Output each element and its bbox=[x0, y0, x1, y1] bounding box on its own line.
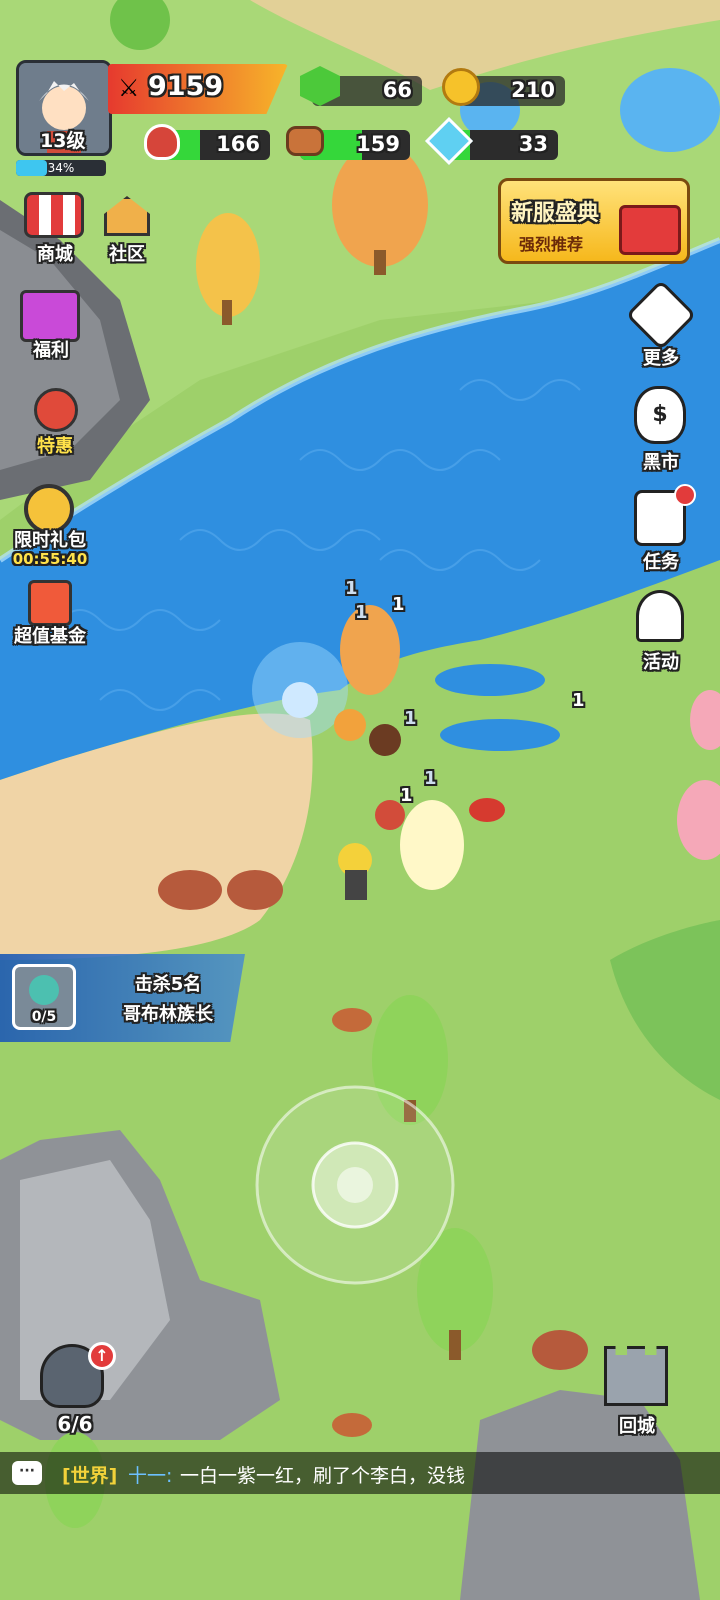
castle-icon bbox=[604, 1346, 668, 1406]
damage-number: 1 bbox=[400, 785, 413, 806]
notification-dot bbox=[674, 484, 696, 506]
chat-sender: 十一: bbox=[128, 1465, 173, 1487]
bell-icon bbox=[636, 590, 684, 642]
more-button[interactable]: 更多 bbox=[622, 279, 700, 372]
limited-pack-button[interactable]: 限时礼包 00:55:40 bbox=[4, 480, 96, 572]
exp-bar: 34% bbox=[16, 160, 106, 176]
exp-percent: 34% bbox=[47, 161, 75, 175]
return-city-label: 回城 bbox=[619, 1416, 655, 1437]
quest-progress: 0/5 bbox=[31, 1009, 57, 1025]
welfare-label: 福利 bbox=[33, 340, 69, 361]
quest-line-2: 哥布林族长 bbox=[123, 1004, 213, 1025]
quest-target-portrait: 0/5 bbox=[12, 964, 76, 1030]
banner-title: 新服盛典 bbox=[511, 201, 600, 226]
more-grid-icon bbox=[625, 279, 697, 351]
gold-coin-icon bbox=[442, 68, 480, 106]
value-fund-label: 超值基金 bbox=[14, 626, 86, 647]
gift-box-icon bbox=[619, 205, 681, 255]
goblin-icon bbox=[29, 975, 59, 1005]
welfare-button[interactable]: 福利 bbox=[6, 286, 96, 366]
chat-bubble-icon: ··· bbox=[12, 1461, 42, 1485]
community-label: 社区 bbox=[109, 244, 145, 265]
new-server-event-banner[interactable]: 新服盛典 强烈推荐 bbox=[498, 178, 690, 264]
special-offer-label: 特惠 bbox=[37, 436, 73, 457]
damage-number: 1 bbox=[572, 690, 585, 711]
tasks-label: 任务 bbox=[643, 552, 679, 573]
warrior-girl-icon bbox=[34, 388, 78, 432]
hero-team-button[interactable]: ↑ 6/6 bbox=[26, 1336, 122, 1446]
fund-chart-icon bbox=[28, 580, 72, 626]
gift-icon bbox=[20, 290, 80, 342]
chat-message: 一白一紫一红，刷了个李白，没钱 bbox=[180, 1465, 466, 1487]
value-fund-button[interactable]: 超值基金 bbox=[4, 578, 96, 648]
chat-channel: [世界] bbox=[62, 1465, 118, 1487]
limited-pack-timer: 00:55:40 bbox=[12, 550, 88, 568]
quest-panel[interactable]: 0/5 击杀5名 哥布林族长 bbox=[0, 954, 245, 1042]
return-city-button[interactable]: 回城 bbox=[592, 1340, 682, 1440]
meat-value: 166 bbox=[216, 132, 260, 156]
wood-value: 159 bbox=[356, 132, 400, 156]
limited-pack-label: 限时礼包 bbox=[14, 530, 86, 551]
upgrade-arrow-icon: ↑ bbox=[88, 1342, 116, 1370]
hero-count: 6/6 bbox=[57, 1412, 93, 1436]
damage-number: 1 bbox=[424, 768, 437, 789]
quest-line-1: 击杀5名 bbox=[134, 974, 202, 995]
wood-log-icon bbox=[286, 126, 324, 156]
more-label: 更多 bbox=[643, 348, 679, 369]
meat-icon bbox=[144, 124, 180, 160]
gems-value: 66 bbox=[382, 78, 412, 102]
damage-number: 1 bbox=[404, 708, 417, 729]
shop-icon bbox=[24, 192, 84, 238]
chat-bar[interactable]: ··· [世界] 十一: 一白一紫一红，刷了个李白，没钱 bbox=[0, 1452, 720, 1494]
damage-number: 1 bbox=[355, 602, 368, 623]
banner-subtitle: 强烈推荐 bbox=[519, 235, 584, 254]
power-value: 9159 bbox=[148, 71, 224, 102]
special-offer-button[interactable]: 特惠 bbox=[10, 382, 100, 462]
crystal-value: 33 bbox=[518, 132, 548, 156]
community-button[interactable]: 社区 bbox=[82, 190, 172, 270]
gold-value: 210 bbox=[511, 78, 555, 102]
events-label: 活动 bbox=[643, 652, 679, 673]
damage-number: 1 bbox=[392, 594, 405, 615]
tasks-button[interactable]: 任务 bbox=[622, 484, 700, 574]
events-button[interactable]: 活动 bbox=[622, 586, 700, 676]
black-market-label: 黑市 bbox=[643, 452, 679, 473]
player-level: 13级 bbox=[40, 130, 86, 152]
house-icon bbox=[104, 196, 150, 236]
damage-number: 1 bbox=[345, 578, 358, 599]
power-banner: ⚔ 9159 bbox=[108, 64, 288, 114]
black-market-button[interactable]: $ 黑市 bbox=[622, 384, 700, 474]
sword-icon: ⚔ bbox=[118, 74, 140, 102]
money-bag-icon: $ bbox=[634, 386, 686, 444]
